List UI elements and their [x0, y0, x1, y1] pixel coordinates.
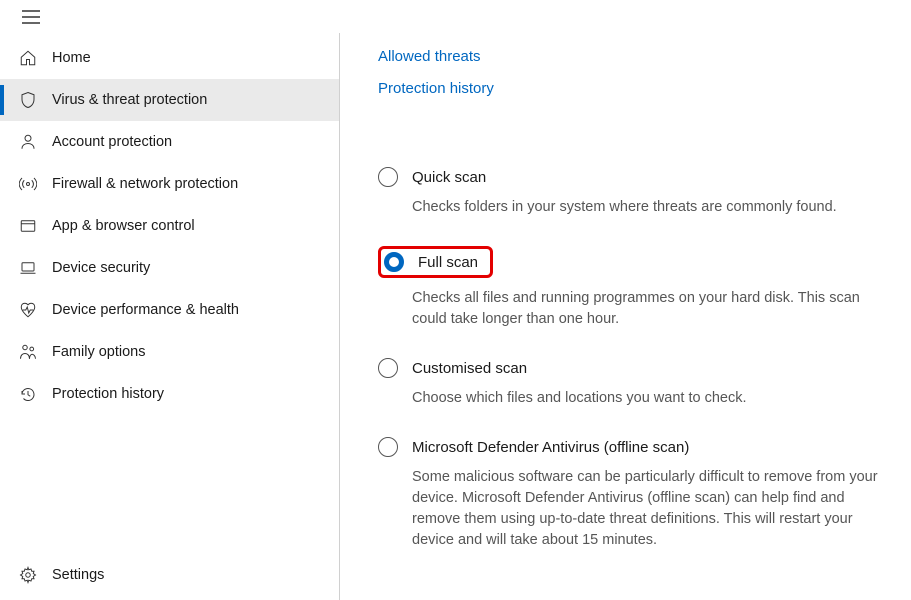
sidebar-item-label: Virus & threat protection [52, 92, 207, 108]
gear-icon [18, 565, 38, 585]
sidebar-item-settings[interactable]: Settings [0, 554, 339, 596]
option-title: Full scan [418, 254, 478, 271]
option-description: Checks all files and running programmes … [412, 288, 882, 330]
scan-options-group: Quick scan Checks folders in your system… [378, 167, 891, 551]
home-icon [18, 48, 38, 68]
sidebar-item-app-browser[interactable]: App & browser control [0, 205, 339, 247]
antenna-icon [18, 174, 38, 194]
sidebar-item-home[interactable]: Home [0, 37, 339, 79]
option-title: Microsoft Defender Antivirus (offline sc… [412, 439, 689, 456]
laptop-icon [18, 258, 38, 278]
scan-option-custom: Customised scan Choose which files and l… [378, 358, 891, 409]
option-title: Quick scan [412, 169, 486, 186]
full-scan-radio[interactable] [384, 252, 404, 272]
sidebar-item-label: Home [52, 50, 91, 66]
sidebar-item-label: Family options [52, 344, 145, 360]
sidebar-item-device-performance[interactable]: Device performance & health [0, 289, 339, 331]
sidebar-item-protection-history[interactable]: Protection history [0, 373, 339, 415]
allowed-threats-link[interactable]: Allowed threats [378, 41, 891, 73]
heart-icon [18, 300, 38, 320]
sidebar-item-label: Device performance & health [52, 302, 239, 318]
sidebar-item-virus-threat[interactable]: Virus & threat protection [0, 79, 339, 121]
scan-option-full: Full scan Checks all files and running p… [378, 246, 891, 330]
sidebar-item-label: Firewall & network protection [52, 176, 238, 192]
option-description: Checks folders in your system where thre… [412, 197, 882, 218]
person-icon [18, 132, 38, 152]
custom-scan-radio[interactable] [378, 358, 398, 378]
sidebar-item-label: Account protection [52, 134, 172, 150]
offline-scan-radio[interactable] [378, 437, 398, 457]
scan-option-offline: Microsoft Defender Antivirus (offline sc… [378, 437, 891, 551]
sidebar-item-family[interactable]: Family options [0, 331, 339, 373]
sidebar-item-device-security[interactable]: Device security [0, 247, 339, 289]
protection-history-link[interactable]: Protection history [378, 73, 891, 105]
history-icon [18, 384, 38, 404]
sidebar: Home Virus & threat protection Account p… [0, 33, 340, 600]
sidebar-item-label: Protection history [52, 386, 164, 402]
option-description: Some malicious software can be particula… [412, 467, 882, 551]
sidebar-item-firewall[interactable]: Firewall & network protection [0, 163, 339, 205]
sidebar-item-label: Device security [52, 260, 150, 276]
highlight-annotation: Full scan [378, 246, 493, 278]
sidebar-item-account[interactable]: Account protection [0, 121, 339, 163]
nav-list: Home Virus & threat protection Account p… [0, 37, 339, 554]
option-description: Choose which files and locations you wan… [412, 388, 882, 409]
family-icon [18, 342, 38, 362]
sidebar-item-label: Settings [52, 567, 104, 583]
quick-scan-radio[interactable] [378, 167, 398, 187]
option-title: Customised scan [412, 360, 527, 377]
window-icon [18, 216, 38, 236]
main-content: Allowed threats Protection history Quick… [340, 33, 911, 600]
shield-icon [18, 90, 38, 110]
sidebar-item-label: App & browser control [52, 218, 195, 234]
hamburger-menu-button[interactable] [0, 0, 60, 33]
scan-option-quick: Quick scan Checks folders in your system… [378, 167, 891, 218]
